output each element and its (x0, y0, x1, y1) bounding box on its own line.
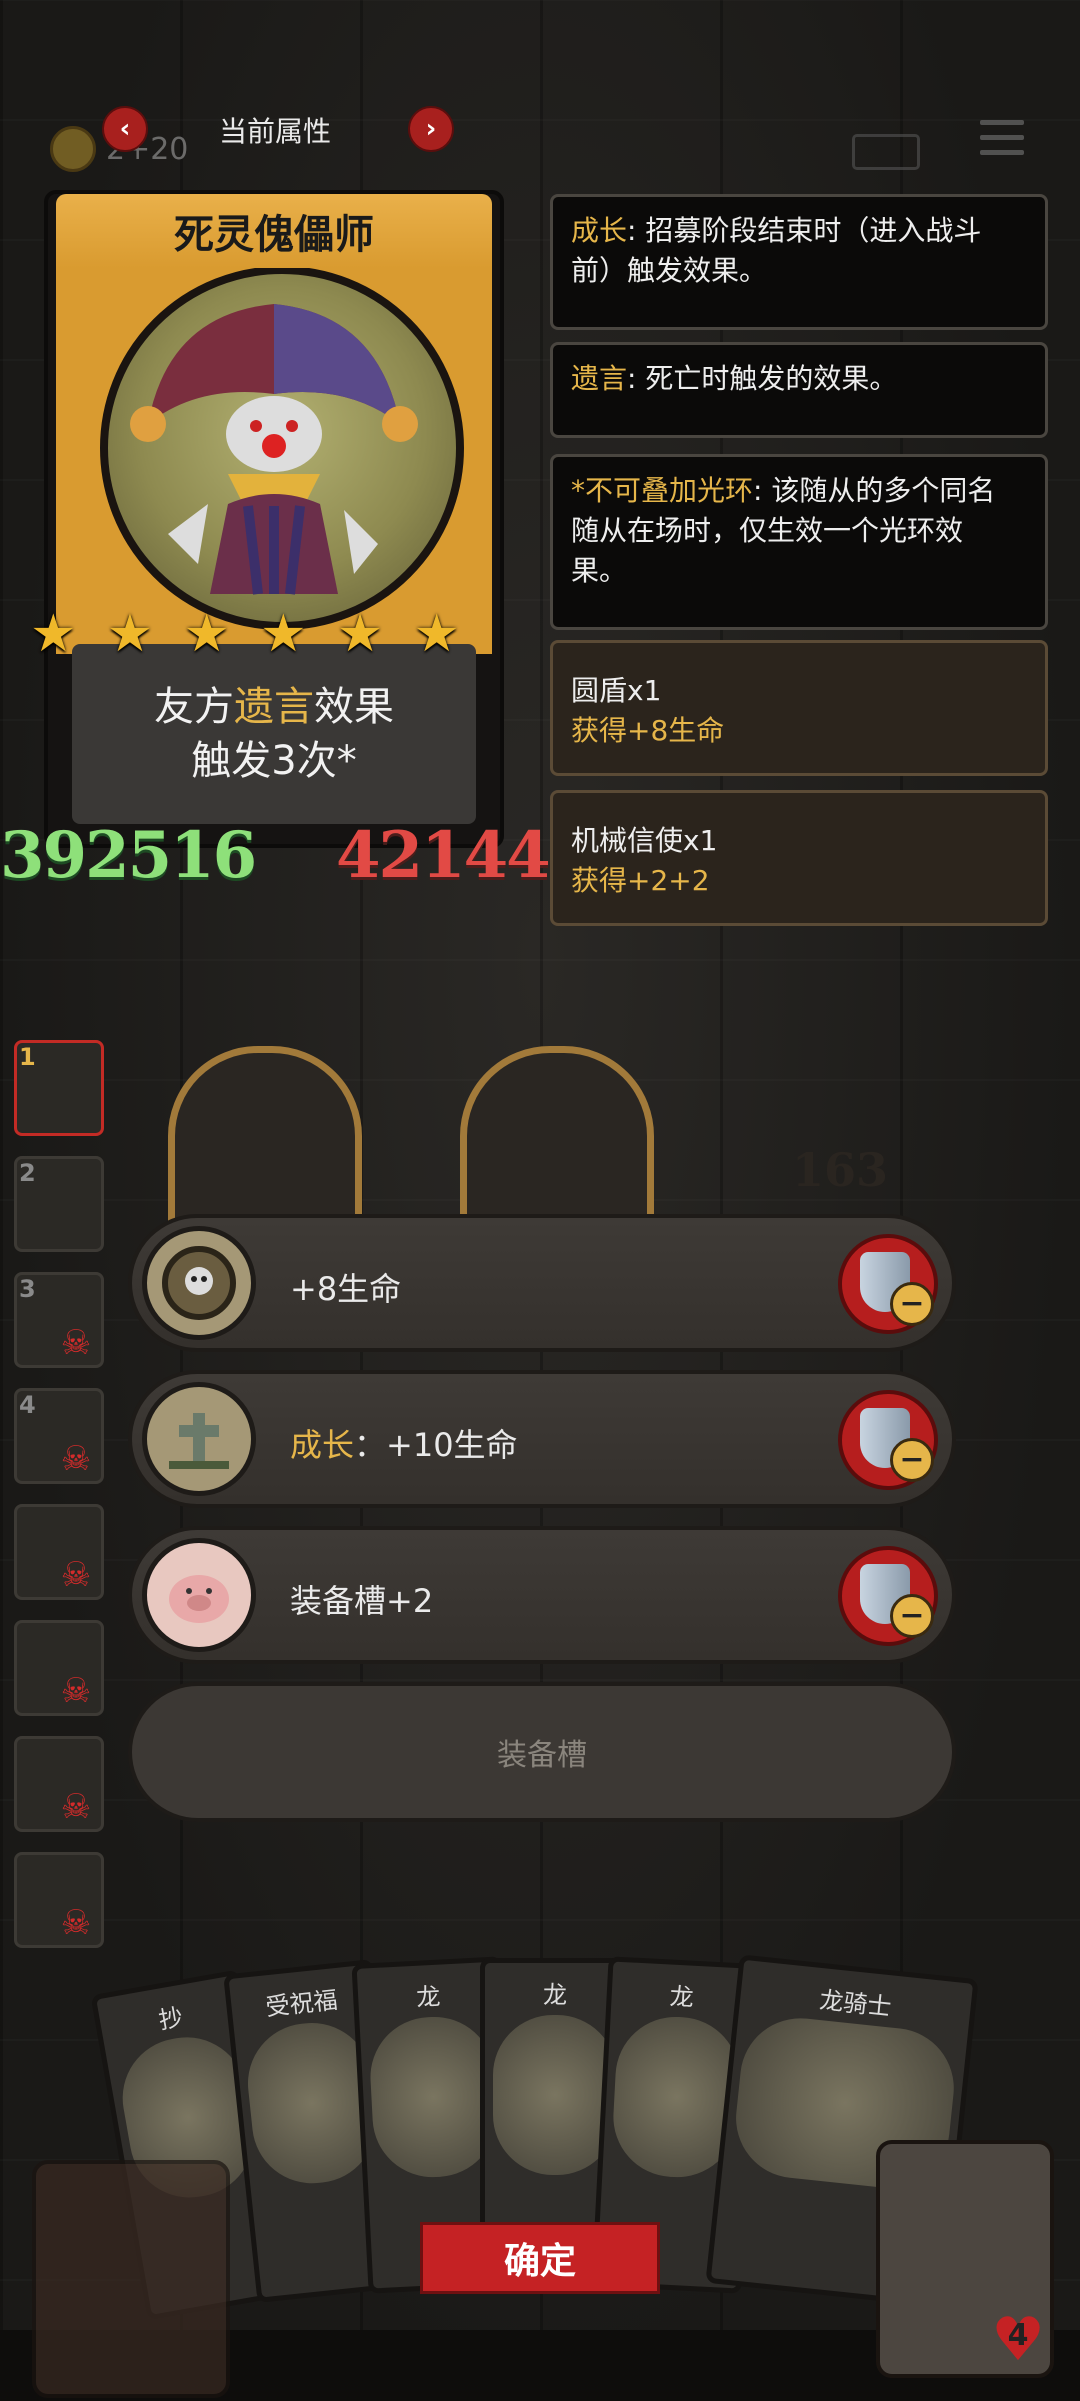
tooltip-keyword: *不可叠加光环 (571, 474, 754, 507)
chevron-right-icon: › (425, 114, 437, 144)
hero-card: 死灵傀儡师 友方遗言效果 触发3次* (44, 190, 504, 848)
prev-page-button[interactable]: ‹ (102, 106, 148, 152)
player-avatar-left[interactable] (32, 2160, 230, 2398)
menu-icon[interactable] (980, 120, 1024, 164)
skull-crossbones-icon: ☠ (60, 1787, 92, 1827)
skull-crossbones-icon: ☠ (60, 1671, 92, 1711)
roster-item-8[interactable]: ☠ (14, 1852, 104, 1948)
hero-name-banner: 死灵傀儡师 (56, 194, 492, 268)
equipment-text: +8生命 (290, 1270, 402, 1308)
ally-attack-number: 392516 (0, 818, 257, 893)
tooltip-deathrattle: 遗言: 死亡时触发的效果。 (550, 342, 1048, 438)
roster-item-2[interactable]: 2 (14, 1156, 104, 1252)
battery-icon (852, 134, 920, 170)
clown-puppeteer-icon (130, 304, 418, 595)
hero-description: 友方遗言效果 触发3次* (72, 644, 476, 824)
hand-card-title: 龙骑士 (818, 1986, 893, 2022)
next-page-button[interactable]: › (408, 106, 454, 152)
skull-crossbones-icon: ☠ (60, 1555, 92, 1595)
empty-equipment-slot[interactable]: 装备槽 (128, 1682, 956, 1822)
star-icon: ★ (106, 604, 154, 664)
equipment-keyword: 成长 (290, 1426, 355, 1464)
equipment-effect: 成长：+10生命 (290, 1420, 518, 1466)
roster-item-7[interactable]: ☠ (14, 1736, 104, 1832)
minus-icon: − (890, 1438, 934, 1482)
remove-equipment-button[interactable]: − (838, 1546, 938, 1646)
coin-icon (50, 126, 96, 172)
tooltip-text: : 死亡时触发的效果。 (627, 362, 898, 395)
remove-equipment-button[interactable]: − (838, 1234, 938, 1334)
tooltip-text: : 该随从的多个同名 (753, 474, 996, 507)
hero-desc-line-2: 触发3次* (191, 738, 357, 784)
roster-item-6[interactable]: ☠ (14, 1620, 104, 1716)
tooltip-text: 果。 (571, 554, 628, 587)
equipment-text: 装备槽+2 (290, 1582, 434, 1620)
equipment-row-2[interactable]: 成长：+10生命 − (128, 1370, 956, 1508)
hand-card-title: 龙 (668, 1982, 695, 2012)
roster-item-3[interactable]: 3 ☠ (14, 1272, 104, 1368)
tooltip-text: 前）触发效果。 (571, 254, 768, 287)
roster-number: 2 (19, 1159, 36, 1187)
star-icon: ★ (183, 604, 230, 664)
remove-equipment-button[interactable]: − (838, 1390, 938, 1490)
equipment-text: ：+10生命 (354, 1426, 518, 1464)
enemy-health-number: 421445 (336, 818, 556, 893)
equipment-row-3[interactable]: 装备槽+2 − (128, 1526, 956, 1664)
hand-card-title: 受祝福 (264, 1986, 339, 2022)
hand-card-title: 抄 (156, 2003, 186, 2035)
hero-portrait-frame (56, 254, 492, 654)
tooltip-mech-messenger: 机械信使x1 获得+2+2 (550, 790, 1048, 926)
roster-number: 3 (19, 1275, 36, 1303)
equipment-effect: +8生命 (290, 1264, 401, 1310)
tooltip-keyword: 成长 (571, 214, 628, 247)
star-icon: ★ (336, 604, 384, 664)
star-icon: ★ (30, 604, 77, 664)
equipment-row-1[interactable]: +8生命 − (128, 1214, 956, 1352)
page-title: 当前属性 (218, 115, 331, 148)
tooltip-item-title: 圆盾x1 (571, 674, 662, 707)
minus-icon: − (890, 1594, 934, 1638)
confirm-button[interactable]: 确定 (420, 2222, 660, 2294)
hand-card-title: 龙 (415, 1982, 442, 2012)
hero-desc-keyword: 遗言 (234, 684, 314, 730)
hero-desc-line-1: 友方遗言效果 (154, 680, 394, 734)
pig-icon (142, 1538, 256, 1652)
hero-desc-suffix: 效果 (314, 684, 394, 730)
hero-desc-prefix: 友方 (154, 684, 234, 730)
skull-crossbones-icon: ☠ (60, 1903, 92, 1943)
empty-slot-label: 装备槽 (497, 1738, 587, 1773)
gravestone-icon (142, 1382, 256, 1496)
tooltip-text: 随从在场时，仅生效一个光环效 (571, 514, 964, 547)
skull-crossbones-icon: ☠ (60, 1323, 92, 1363)
hero-star-rating: ★ ★ ★ ★ ★ ★ (30, 608, 460, 660)
roster-item-5[interactable]: ☠ (14, 1504, 104, 1600)
chevron-left-icon: ‹ (119, 114, 131, 144)
tooltip-text: : 招募阶段结束时（进入战斗 (627, 214, 982, 247)
health-value: 4 (1007, 2318, 1029, 2353)
hero-portrait (100, 266, 464, 630)
equipment-effect: 装备槽+2 (290, 1576, 433, 1622)
hand-card-title: 龙 (543, 1981, 567, 2009)
tooltip-item-effect: 获得+8生命 (571, 714, 725, 747)
roster-item-1[interactable]: 1 (14, 1040, 104, 1136)
tooltip-growth: 成长: 招募阶段结束时（进入战斗 前）触发效果。 (550, 194, 1048, 330)
tooltip-item-title: 机械信使x1 (571, 824, 718, 857)
tooltip-item-effect: 获得+2+2 (571, 864, 710, 897)
tooltip-round-shield: 圆盾x1 获得+8生命 (550, 640, 1048, 776)
roster-item-4[interactable]: 4 ☠ (14, 1388, 104, 1484)
roster-number: 4 (19, 1391, 36, 1419)
roster-number: 1 (19, 1043, 36, 1071)
skull-shield-icon (142, 1226, 256, 1340)
star-icon: ★ (260, 604, 307, 664)
level-star-badge: 163 (759, 1075, 920, 1286)
tooltip-keyword: 遗言 (571, 362, 628, 395)
star-icon: ★ (413, 604, 460, 664)
skull-crossbones-icon: ☠ (60, 1439, 92, 1479)
tooltip-aura: *不可叠加光环: 该随从的多个同名 随从在场时，仅生效一个光环效 果。 (550, 454, 1048, 630)
minus-icon: − (890, 1282, 934, 1326)
hero-name: 死灵傀儡师 (174, 212, 374, 258)
